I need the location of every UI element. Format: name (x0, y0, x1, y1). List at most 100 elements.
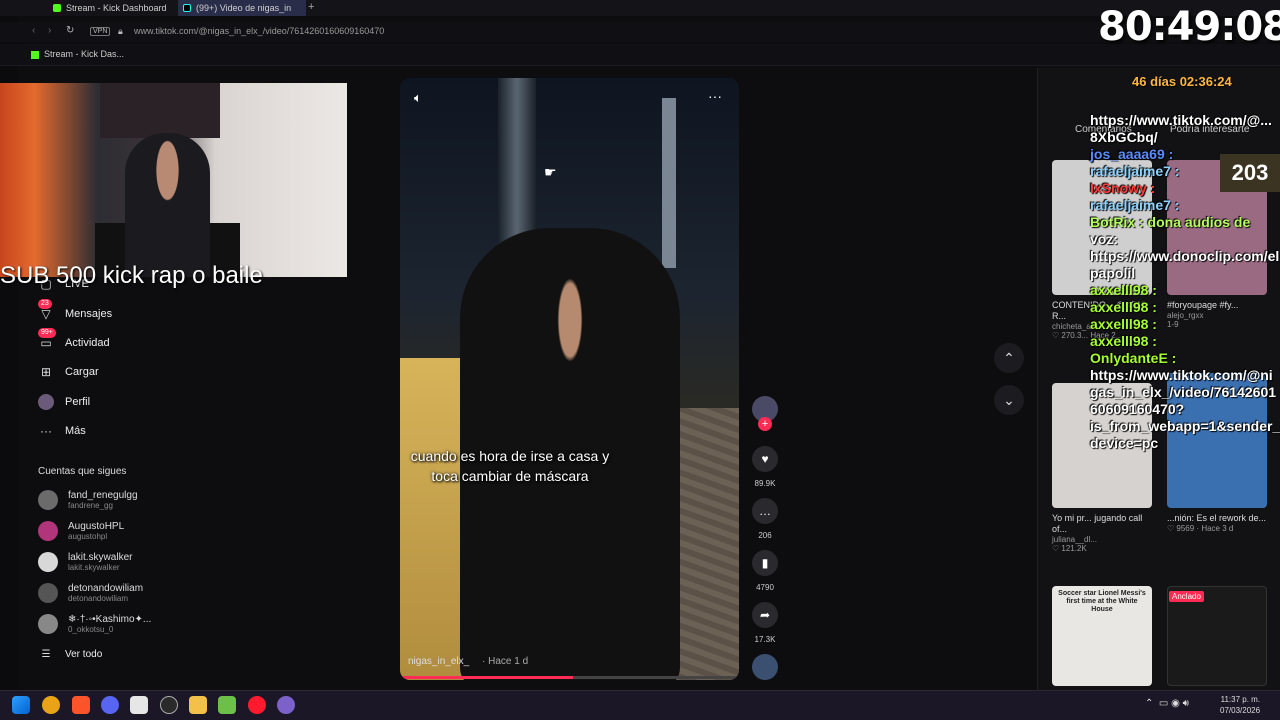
chat-message: 60609160470? (1090, 401, 1185, 417)
avatar (38, 552, 58, 572)
tab-label: Stream - Kick Dashboard (66, 3, 167, 13)
lock-icon: 🔒︎ (118, 26, 123, 36)
previous-video-button[interactable]: ⌃ (994, 343, 1024, 373)
account-name: detonandowiliam (68, 583, 144, 594)
save-button[interactable]: ▮ 4790 (752, 550, 778, 592)
account-handle: lakit.skywalker (68, 563, 120, 572)
back-icon[interactable]: ‹ (32, 25, 35, 36)
forward-icon[interactable]: › (48, 25, 51, 36)
video-author[interactable]: nigas_in_elx_ (408, 656, 469, 667)
kick-icon (31, 51, 39, 59)
heart-icon: ♡ (1167, 524, 1177, 533)
new-tab-button[interactable]: + (308, 1, 314, 13)
message-icon: ▽ 23 (38, 299, 54, 322)
bookmark-kick[interactable]: Stream - Kick Das... (44, 49, 124, 59)
card-likes: 9569 (1176, 524, 1195, 533)
kick-icon (53, 4, 61, 12)
opera-icon[interactable] (248, 696, 266, 714)
follow-plus-icon[interactable]: + (758, 417, 772, 431)
file-explorer-icon[interactable] (189, 696, 207, 714)
clock-time: 11:37 p. m. (1220, 695, 1261, 704)
chat-message: https://www.donoclip.com/el (1090, 248, 1280, 264)
list-icon: ☰ (41, 648, 51, 660)
chat-message: axxelll98 : (1090, 316, 1157, 332)
next-video-button[interactable]: ⌄ (994, 385, 1024, 415)
card-likes: 121.2K (1061, 544, 1087, 553)
chat-message: voz: (1090, 231, 1118, 247)
gamepad-icon[interactable] (218, 696, 236, 714)
heart-icon: ♥ (752, 446, 778, 472)
video-caption: cuando es hora de irse a casa y toca cam… (410, 448, 610, 484)
account-name: lakit.skywalker (68, 552, 133, 563)
bookmarks-bar: Stream - Kick Das... (0, 44, 1280, 66)
chat-message: device=pc (1090, 435, 1159, 451)
system-clock[interactable]: 11:37 p. m. 07/03/2026 (1220, 694, 1260, 716)
nav-item-more[interactable]: ··· Más (38, 419, 86, 443)
following-account[interactable]: lakit.skywalker lakit.skywalker (38, 547, 132, 577)
chat-message: axxelll98 : (1090, 333, 1157, 349)
nav-item-messages[interactable]: ▽ 23 Mensajes (38, 299, 113, 326)
tab-kick-dashboard[interactable]: Stream - Kick Dashboard (48, 0, 176, 16)
suggested-video-card[interactable]: Anclado (1167, 586, 1267, 686)
store-icon[interactable] (130, 696, 148, 714)
avatar (38, 490, 58, 510)
windows-start-icon[interactable] (12, 696, 30, 714)
app-icon[interactable] (277, 696, 295, 714)
nav-label: Mensajes (65, 308, 113, 320)
avatar (38, 583, 58, 603)
account-name: fand_renegulgg (68, 490, 138, 501)
more-options-icon[interactable]: ··· (708, 88, 722, 104)
see-all-link[interactable]: ☰ Ver todo (38, 642, 103, 666)
chat-message: is_from_webapp=1&sender_ (1090, 418, 1280, 434)
following-account[interactable]: detonandowiliam detonandowiliam (38, 578, 143, 608)
account-name: ❄·†·◦•Kashimo✦... (68, 614, 152, 625)
tab-tiktok-video[interactable]: (99+) Video de nigas_in (178, 0, 306, 16)
tiktok-icon (183, 4, 191, 12)
video-thumbnail: Soccer star Lionel Messi's first time at… (1052, 586, 1152, 686)
discord-icon[interactable] (101, 696, 119, 714)
chat-message: axxelll98 : (1090, 299, 1157, 315)
author-avatar-button[interactable]: + (752, 396, 778, 431)
account-handle: detonandowiliam (68, 594, 129, 603)
like-count: 89.9K (754, 479, 776, 488)
video-player[interactable]: 🔈︎ ··· ☛ cuando es hora de irse a casa y… (400, 78, 739, 680)
comment-button[interactable]: … 206 (752, 498, 778, 540)
app-icon[interactable] (160, 696, 178, 714)
nav-item-activity[interactable]: ▭ 99+ Actividad (38, 328, 110, 355)
webcam-feed (0, 83, 347, 277)
tray-icons[interactable]: ⌃ ▭ ◉ 🔊︎ (1145, 698, 1189, 709)
chat-message: gas_in_elx_/video/76142601 (1090, 384, 1277, 400)
url-field[interactable]: www.tiktok.com/@nigas_in_elx_/video/7614… (134, 26, 384, 36)
card-time: Hace 3 d (1201, 524, 1234, 533)
video-progress-bar[interactable] (400, 676, 739, 679)
card-caption: Soccer star Lionel Messi's first time at… (1058, 590, 1146, 613)
nav-item-profile[interactable]: Perfil (38, 390, 90, 414)
volume-icon[interactable]: 🔈︎ (414, 90, 422, 106)
share-icon: ➦ (752, 602, 778, 628)
chat-message: papolil (1090, 265, 1136, 281)
following-account[interactable]: fand_renegulgg fandrene_gg (38, 485, 138, 515)
share-count: 17.3K (754, 635, 776, 644)
inbox-icon: ▭ 99+ (38, 328, 56, 351)
share-button[interactable]: ➦ 17.3K (752, 602, 778, 644)
comment-count: 206 (758, 531, 772, 540)
tab-label: (99+) Video de nigas_in (196, 3, 292, 13)
brave-icon[interactable] (72, 696, 90, 714)
vpn-badge[interactable]: VPN (90, 27, 111, 36)
avatar (38, 394, 54, 410)
chat-message: https://www.tiktok.com/@ni (1090, 367, 1273, 383)
app-icon[interactable] (42, 696, 60, 714)
suggested-video-card[interactable]: Soccer star Lionel Messi's first time at… (1052, 586, 1152, 686)
activity-badge: 99+ (38, 328, 56, 338)
wall-poster (100, 83, 220, 138)
following-account[interactable]: AugustoHPL augustohpl (38, 516, 124, 546)
music-disc-button[interactable] (752, 654, 778, 680)
comment-icon: … (752, 498, 778, 524)
chat-message: axxelll98 : (1090, 282, 1157, 298)
stream-timer: 80:49:08 (1098, 4, 1280, 50)
like-button[interactable]: ♥ 89.9K (752, 446, 778, 488)
following-account[interactable]: ❄·†·◦•Kashimo✦... 0_okkotsu_0 (38, 609, 151, 639)
reload-icon[interactable]: ↻ (66, 25, 74, 36)
clock-date: 07/03/2026 (1220, 706, 1261, 715)
nav-item-upload[interactable]: ⊞ Cargar (38, 360, 99, 384)
